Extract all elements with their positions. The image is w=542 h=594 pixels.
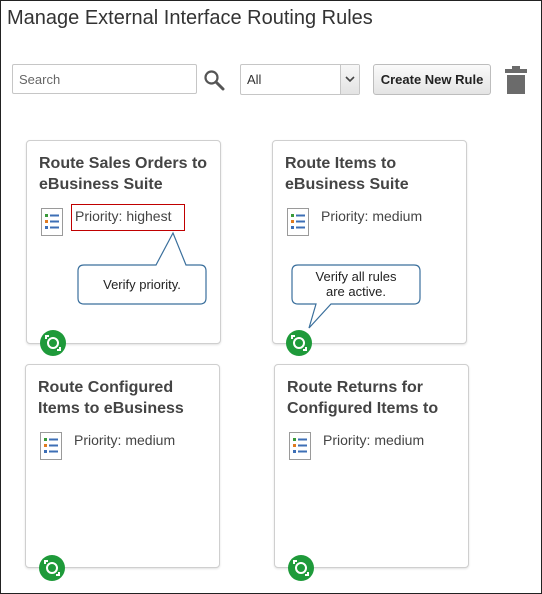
priority-highlight-box [71,204,185,231]
app-window: Manage External Interface Routing Rules … [0,0,542,594]
rule-priority: Priority: medium [323,432,425,448]
chevron-down-icon[interactable] [340,65,359,94]
rule-card-title[interactable]: Route Items to eBusiness Suite [285,153,460,195]
rule-priority: Priority: medium [74,432,176,448]
filter-select[interactable]: All [240,64,360,95]
page-title: Manage External Interface Routing Rules [7,7,373,29]
rule-card-title[interactable]: Route Configured Items to eBusiness [38,377,213,419]
rule-card-title[interactable]: Route Sales Orders to eBusiness Suite [39,153,214,195]
search-input[interactable] [12,64,197,94]
rule-priority: Priority: medium [321,208,423,224]
active-routing-icon [286,330,312,356]
trash-icon[interactable] [504,65,528,95]
create-new-rule-button[interactable]: Create New Rule [373,64,491,95]
rule-document-icon [41,208,63,236]
rule-card[interactable]: Route Items to eBusiness Suite Priority:… [272,140,467,356]
active-routing-icon [40,330,66,356]
rule-document-icon [287,208,309,236]
search-icon[interactable] [203,69,225,91]
active-routing-icon [288,555,314,581]
priority-callout-text: Verify priority. [103,277,181,292]
rule-document-icon [40,432,62,460]
rule-card[interactable]: Route Configured Items to eBusiness Prio… [25,364,220,581]
filter-select-value: All [247,72,262,87]
rule-card[interactable]: Route Returns for Configured Items to Pr… [274,364,469,581]
rule-document-icon [289,432,311,460]
active-routing-icon [39,555,65,581]
rule-card-title[interactable]: Route Returns for Configured Items to [287,377,462,419]
rule-card[interactable]: Route Sales Orders to eBusiness Suite Pr… [26,140,221,356]
active-callout-text: Verify all rules are active. [315,269,397,299]
